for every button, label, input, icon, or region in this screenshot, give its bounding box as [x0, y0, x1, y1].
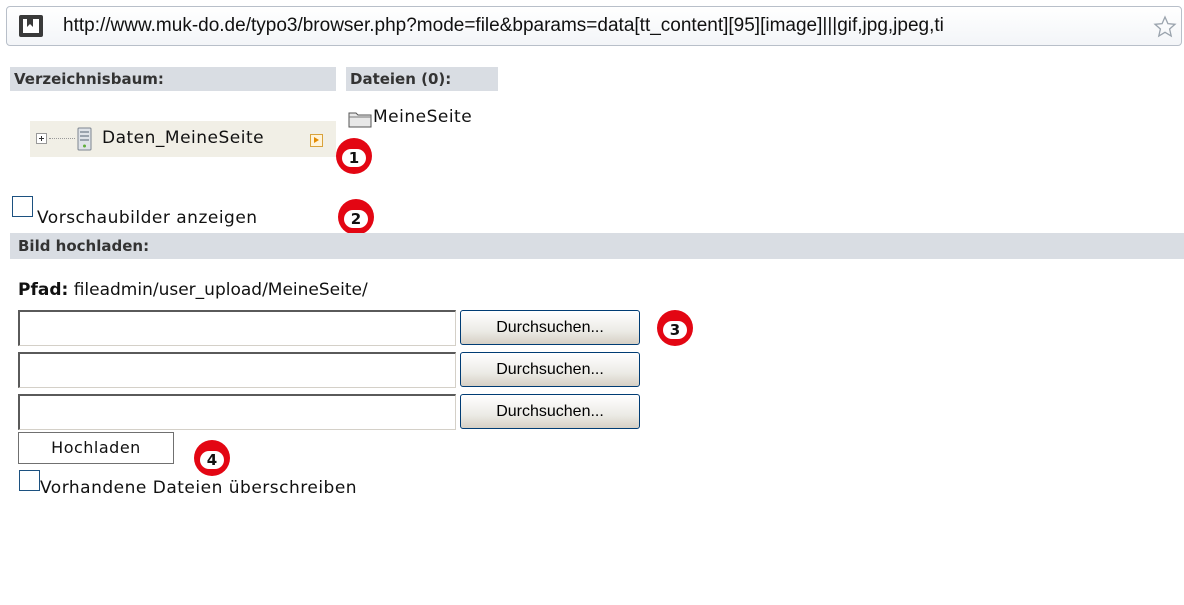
browse-button-3[interactable]: Durchsuchen... — [460, 394, 640, 429]
upload-path: Pfad: fileadmin/user_upload/MeineSeite/ — [18, 280, 368, 300]
tree-item-daten-meineseite[interactable]: Daten_MeineSeite — [30, 121, 336, 157]
tree-connector — [49, 138, 75, 139]
context-menu-icon[interactable] — [310, 134, 323, 147]
annotation-marker-2: 2 — [338, 199, 374, 235]
overwrite-checkbox[interactable] — [19, 470, 40, 491]
directory-tree-header: Verzeichnisbaum: — [10, 67, 336, 91]
annotation-marker-3: 3 — [657, 310, 693, 346]
folder-link-meineseite[interactable]: MeineSeite — [373, 107, 472, 127]
tree-item-label[interactable]: Daten_MeineSeite — [102, 128, 264, 148]
overwrite-label: Vorhandene Dateien überschreiben — [40, 478, 358, 498]
file-input-3[interactable] — [18, 394, 456, 430]
upload-section-header: Bild hochladen: — [10, 233, 1184, 259]
file-input-2[interactable] — [18, 352, 456, 388]
browse-button-1[interactable]: Durchsuchen... — [460, 310, 640, 345]
annotation-marker-1: 1 — [336, 138, 372, 174]
url-text[interactable]: http://www.muk-do.de/typo3/browser.php?m… — [63, 15, 1153, 37]
upload-button[interactable]: Hochladen — [18, 432, 174, 464]
files-header: Dateien (0): — [346, 67, 498, 91]
annotation-marker-4: 4 — [194, 440, 230, 476]
thumbnails-checkbox[interactable] — [12, 196, 33, 217]
path-label: Pfad: — [18, 280, 69, 300]
folder-icon — [348, 112, 372, 128]
typo3-logo-icon — [19, 15, 43, 37]
address-bar[interactable]: http://www.muk-do.de/typo3/browser.php?m… — [6, 6, 1182, 46]
star-icon[interactable] — [1153, 15, 1177, 39]
browse-button-2[interactable]: Durchsuchen... — [460, 352, 640, 387]
thumbnails-label: Vorschaubilder anzeigen — [37, 208, 258, 228]
path-value: fileadmin/user_upload/MeineSeite/ — [73, 280, 368, 300]
file-input-1[interactable] — [18, 310, 456, 346]
expand-icon[interactable] — [36, 133, 47, 144]
drive-icon — [77, 127, 92, 151]
